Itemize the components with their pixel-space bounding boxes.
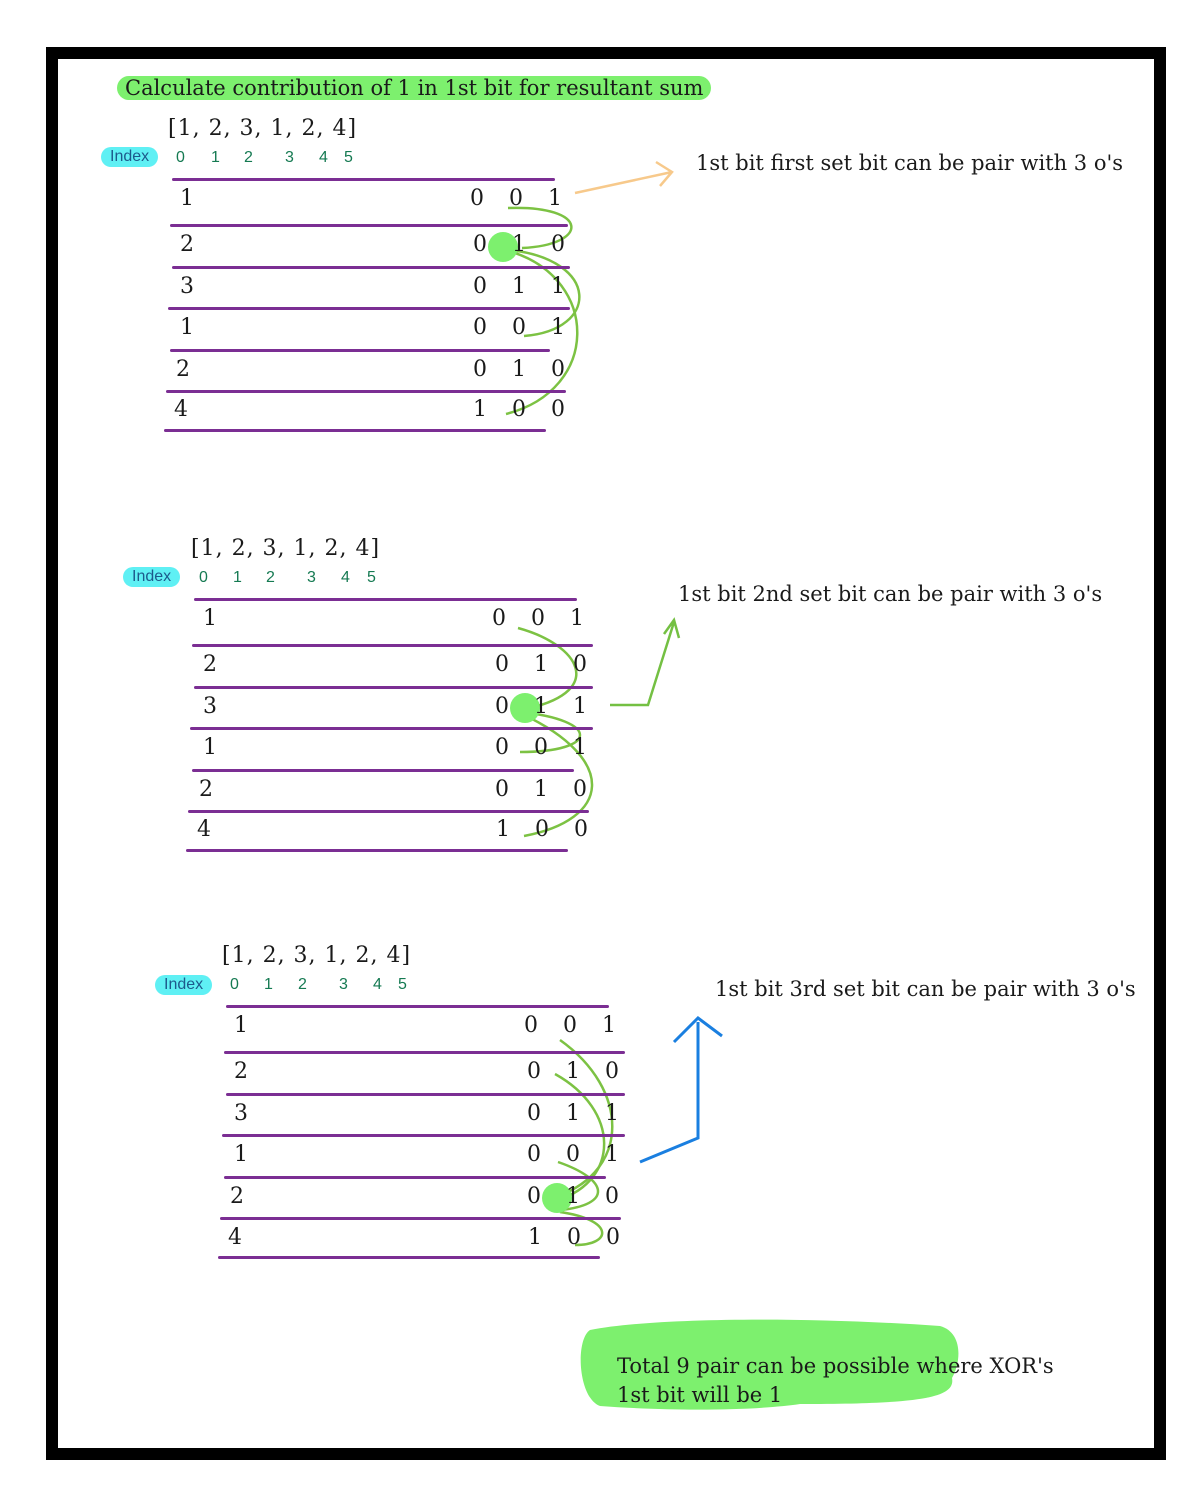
row-number: 1 (203, 606, 217, 631)
note-text: 1st bit first set bit can be pair with 3… (696, 151, 1124, 175)
index-3: 3 (307, 569, 316, 586)
total-line-1: Total 9 pair can be possible where XOR's (617, 1354, 1054, 1378)
index-5: 5 (398, 976, 407, 993)
row-number: 4 (228, 1225, 242, 1250)
row-bits: 0 1 1 (473, 274, 574, 299)
total-line-2: 1st bit will be 1 (617, 1383, 783, 1407)
row-bits: 0 1 1 (495, 694, 596, 719)
array-label: [1, 2, 3, 1, 2, 4] (191, 536, 381, 561)
row-bits: 0 1 0 (473, 357, 574, 382)
row-number: 4 (197, 817, 211, 842)
row-bits: 1 0 0 (528, 1225, 629, 1250)
row-divider (186, 849, 568, 852)
index-2: 2 (266, 569, 275, 586)
row-bits: 0 0 1 (473, 315, 574, 340)
index-4: 4 (319, 149, 328, 166)
index-4: 4 (373, 976, 382, 993)
index-2: 2 (298, 976, 307, 993)
row-divider (194, 598, 577, 601)
index-0: 0 (176, 149, 185, 166)
page-title: Calculate contribution of 1 in 1st bit f… (117, 76, 712, 100)
row-number: 1 (203, 735, 217, 760)
row-divider (220, 1217, 621, 1220)
row-divider (226, 1093, 625, 1096)
row-number: 1 (180, 315, 194, 340)
row-divider (188, 810, 589, 813)
row-number: 2 (234, 1059, 248, 1084)
row-bits: 0 0 1 (495, 735, 596, 760)
row-bits: 0 0 1 (527, 1142, 628, 1167)
row-bits: 0 0 1 (524, 1013, 625, 1038)
row-number: 4 (174, 397, 188, 422)
row-number: 3 (180, 274, 194, 299)
row-divider (170, 224, 568, 227)
row-divider (192, 769, 574, 772)
row-divider (224, 1051, 625, 1054)
row-divider (192, 644, 593, 647)
array-label: [1, 2, 3, 1, 2, 4] (168, 116, 358, 141)
row-divider (168, 307, 570, 310)
row-number: 1 (180, 186, 194, 211)
row-divider (222, 1134, 625, 1137)
index-tag: Index (155, 975, 213, 995)
index-5: 5 (344, 149, 353, 166)
row-number: 3 (234, 1101, 248, 1126)
row-bits: 0 1 0 (495, 652, 596, 677)
row-bits: 0 1 0 (527, 1184, 628, 1209)
index-1: 1 (211, 149, 220, 166)
index-1: 1 (264, 976, 273, 993)
index-3: 3 (339, 976, 348, 993)
row-bits: 0 0 1 (492, 606, 593, 631)
index-5: 5 (367, 569, 376, 586)
row-divider (194, 686, 593, 689)
row-bits: 0 1 0 (527, 1059, 628, 1084)
row-number: 3 (203, 694, 217, 719)
row-divider (226, 1005, 609, 1008)
row-divider (170, 349, 550, 352)
row-number: 1 (234, 1013, 248, 1038)
row-bits: 0 0 1 (470, 186, 571, 211)
row-bits: 0 1 0 (495, 777, 596, 802)
row-number: 2 (230, 1184, 244, 1209)
row-divider (172, 266, 570, 269)
index-4: 4 (341, 569, 350, 586)
note-text: 1st bit 2nd set bit can be pair with 3 o… (678, 582, 1103, 606)
row-divider (190, 727, 593, 730)
row-number: 1 (234, 1142, 248, 1167)
row-bits: 1 0 0 (496, 817, 597, 842)
row-bits: 0 1 0 (473, 232, 574, 257)
row-divider (164, 429, 546, 432)
index-tag: Index (101, 147, 159, 167)
row-number: 2 (176, 357, 190, 382)
note-text: 1st bit 3rd set bit can be pair with 3 o… (715, 977, 1136, 1001)
row-divider (224, 1176, 606, 1179)
index-1: 1 (233, 569, 242, 586)
row-bits: 0 1 1 (527, 1101, 628, 1126)
row-number: 2 (180, 232, 194, 257)
row-divider (172, 178, 555, 181)
index-0: 0 (199, 569, 208, 586)
array-label: [1, 2, 3, 1, 2, 4] (222, 943, 412, 968)
row-divider (166, 390, 566, 393)
row-number: 2 (203, 652, 217, 677)
index-tag: Index (123, 567, 181, 587)
index-2: 2 (244, 149, 253, 166)
index-0: 0 (230, 976, 239, 993)
row-bits: 1 0 0 (473, 397, 574, 422)
index-3: 3 (285, 149, 294, 166)
row-divider (218, 1256, 600, 1259)
row-number: 2 (199, 777, 213, 802)
